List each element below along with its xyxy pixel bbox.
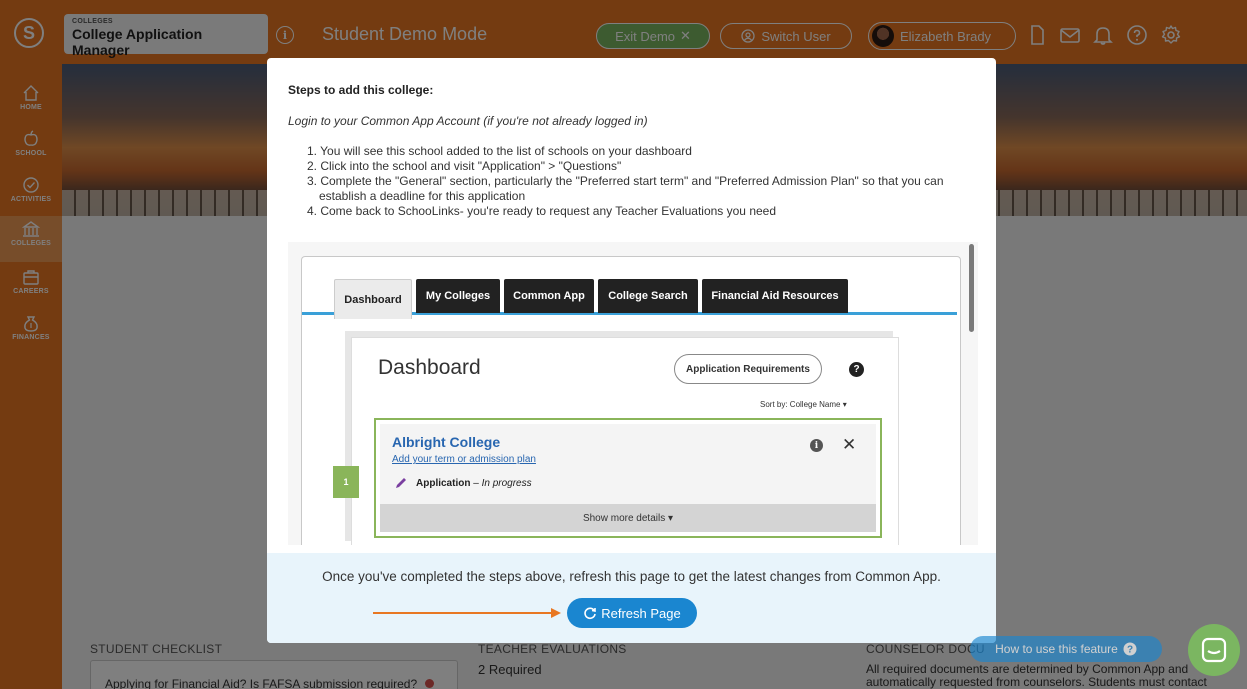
tab-financial-aid-resources: Financial Aid Resources	[702, 279, 848, 313]
college-name: Albright College	[392, 434, 501, 450]
sort-label: Sort by: College Name ▾	[760, 400, 847, 409]
modal-title: Steps to add this college:	[288, 83, 434, 97]
step-item: 3. Complete the "General" section, parti…	[307, 174, 944, 188]
step-item: 4. Come back to SchooLinks- you're ready…	[307, 204, 777, 218]
info-icon: i	[810, 439, 823, 452]
dashboard-title: Dashboard	[378, 356, 481, 379]
refresh-page-label: Refresh Page	[601, 605, 681, 621]
refresh-page-button[interactable]: Refresh Page	[567, 598, 697, 628]
steps-list: 1. You will see this school added to the…	[307, 144, 987, 219]
dashboard-panel: Dashboard Application Requirements ? Sor…	[351, 337, 899, 545]
add-term-link: Add your term or admission plan	[392, 454, 536, 465]
step-item: 2. Click into the school and visit "Appl…	[307, 159, 622, 173]
tab-common-app: Common App	[504, 279, 594, 313]
tab-dashboard: Dashboard	[334, 279, 412, 319]
arrow-icon	[373, 608, 561, 618]
scroll-thumb[interactable]	[969, 244, 974, 332]
how-to-use-label: How to use this feature	[995, 642, 1118, 656]
sort-label-text: Sort by: College Name	[760, 400, 841, 409]
help-icon: ?	[849, 362, 864, 377]
how-to-use-feature-button[interactable]: How to use this feature ?	[970, 636, 1162, 662]
chat-icon	[1201, 637, 1227, 663]
refresh-instruction: Once you've completed the steps above, r…	[322, 569, 941, 584]
college-card: Albright College Add your term or admiss…	[374, 418, 882, 538]
step-badge: 1	[333, 466, 359, 498]
college-card-body: Albright College Add your term or admiss…	[380, 424, 876, 532]
show-more-label: Show more details	[582, 512, 666, 524]
svg-text:?: ?	[1127, 645, 1133, 656]
caret-down-icon: ▾	[668, 512, 674, 524]
pencil-icon	[396, 478, 406, 488]
tab-my-colleges: My Colleges	[416, 279, 500, 313]
step-item: 1. You will see this school added to the…	[307, 144, 692, 158]
caret-down-icon: ▾	[842, 400, 847, 409]
common-app-preview[interactable]: Dashboard My Colleges Common App College…	[288, 242, 978, 545]
preview-scrollbar[interactable]	[969, 242, 974, 545]
add-college-modal: Steps to add this college: Login to your…	[267, 58, 996, 643]
login-instruction: Login to your Common App Account (if you…	[288, 114, 648, 128]
close-icon: ✕	[842, 435, 857, 454]
application-status-value: In progress	[481, 478, 532, 489]
chat-launcher-button[interactable]	[1188, 624, 1240, 676]
common-app-screenshot: Dashboard My Colleges Common App College…	[301, 256, 961, 545]
show-more-details: Show more details ▾	[380, 504, 876, 532]
refresh-icon	[584, 607, 597, 620]
application-requirements-button: Application Requirements	[674, 354, 822, 384]
application-status: Application – In progress	[416, 478, 532, 489]
modal-footer: Once you've completed the steps above, r…	[267, 553, 996, 643]
application-label: Application	[416, 478, 471, 489]
step-item: establish a deadline for this applicatio…	[319, 189, 526, 203]
help-icon: ?	[1123, 642, 1137, 656]
tab-college-search: College Search	[598, 279, 698, 313]
